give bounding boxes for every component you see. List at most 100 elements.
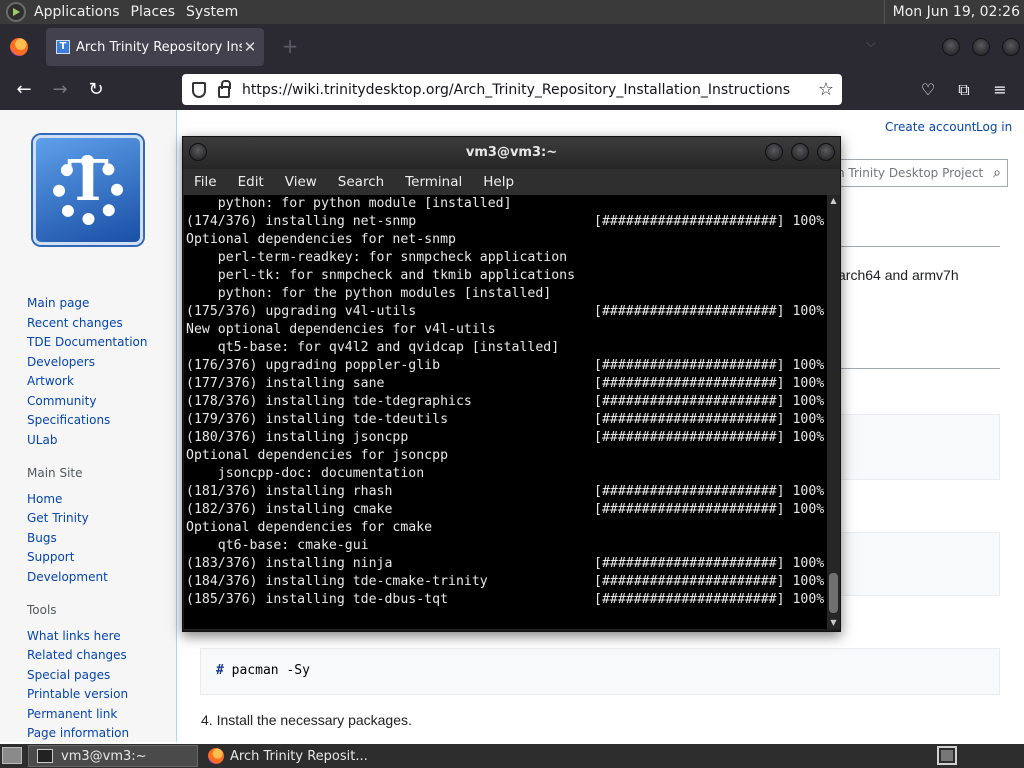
firefox-view-icon[interactable] [10, 38, 28, 56]
sidebar-link-developers[interactable]: Developers [27, 353, 173, 373]
terminal-line: qt5-base: for qv4l2 and qvidcap [install… [186, 339, 559, 357]
extensions-icon[interactable]: ⧉ [952, 78, 976, 102]
sidebar-link-page-information[interactable]: Page information [27, 724, 173, 744]
tab-close-icon[interactable]: ✕ [242, 38, 258, 56]
main-menu-logo-icon[interactable] [6, 2, 26, 22]
sidebar-link-tde-documentation[interactable]: TDE Documentation [27, 333, 173, 353]
terminal-line: New optional dependencies for v4l-utils [186, 321, 496, 339]
url-bar[interactable]: https://wiki.trinitydesktop.org/Arch_Tri… [182, 74, 842, 105]
sidebar-link-bugs[interactable]: Bugs [27, 529, 173, 549]
terminal-progress-bar: [######################] 100% [594, 556, 825, 571]
sidebar-link-recent-changes[interactable]: Recent changes [27, 314, 173, 334]
terminal-line: perl-term-readkey: for snmpcheck applica… [186, 249, 567, 267]
wiki-search-input[interactable]: h Trinity Desktop Project ⌕ [832, 159, 1008, 187]
terminal-line: Optional dependencies for cmake [186, 519, 432, 537]
terminal-menu-search[interactable]: Search [327, 174, 394, 190]
sidebar-heading-tools: Tools [27, 603, 57, 617]
terminal-line: Optional dependencies for jsoncpp [186, 447, 448, 465]
terminal-line: (185/376) installing tde-dbus-tqt [######… [186, 591, 824, 609]
menu-system[interactable]: System [184, 4, 247, 20]
bottom-taskbar: vm3@vm3:~ Arch Trinity Reposit... [0, 744, 1024, 768]
minimize-window-button[interactable] [942, 38, 960, 56]
sidebar-link-ulab[interactable]: ULab [27, 431, 173, 451]
back-arrow-icon[interactable]: ← [12, 78, 36, 102]
new-tab-button[interactable]: + [276, 32, 304, 60]
create-account-link[interactable]: Create account [885, 120, 977, 134]
sidebar-link-related-changes[interactable]: Related changes [27, 646, 173, 666]
terminal-line-text: (174/376) installing net-snmp [186, 214, 417, 229]
sidebar-link-get-trinity[interactable]: Get Trinity [27, 509, 173, 529]
url-text[interactable]: https://wiki.trinitydesktop.org/Arch_Tri… [242, 82, 818, 98]
lock-icon[interactable] [218, 79, 231, 98]
list-all-tabs-icon[interactable]: ⌵ [866, 36, 876, 51]
terminal-line-text: (177/376) installing sane [186, 376, 385, 391]
terminal-line: python: for python module [installed] [186, 195, 512, 213]
terminal-line: (180/376) installing jsoncpp [###########… [186, 429, 824, 447]
maximize-window-button[interactable] [972, 38, 990, 56]
close-button[interactable] [817, 143, 835, 161]
terminal-menu-file[interactable]: File [183, 174, 227, 190]
menu-places[interactable]: Places [129, 4, 185, 20]
minimize-button[interactable] [765, 143, 783, 161]
scrollbar-thumb[interactable] [829, 573, 838, 613]
workspace-switcher-icon[interactable] [937, 746, 957, 765]
sidebar-link-special-pages[interactable]: Special pages [27, 666, 173, 686]
terminal-menu-edit[interactable]: Edit [227, 174, 274, 190]
terminal-menu-help[interactable]: Help [472, 174, 524, 190]
terminal-line: perl-tk: for snmpcheck and tkmib applica… [186, 267, 575, 285]
sidebar-link-main-page[interactable]: Main page [27, 294, 173, 314]
reload-icon[interactable]: ↻ [84, 78, 108, 102]
terminal-line-text: python: for the python modules [installe… [186, 286, 552, 301]
clock[interactable]: Mon Jun 19, 02:26 [883, 0, 1024, 24]
terminal-scrollbar[interactable]: ▲ ▼ [827, 195, 840, 629]
sidebar-link-support[interactable]: Support [27, 548, 173, 568]
sidebar-link-what-links-here[interactable]: What links here [27, 627, 173, 647]
terminal-window[interactable]: vm3@vm3:~ File Edit View Search Terminal… [182, 136, 841, 632]
terminal-output[interactable]: python: for python module [installed] (17… [184, 195, 827, 629]
sidebar-link-home[interactable]: Home [27, 490, 173, 510]
terminal-line-text: (178/376) installing tde-tdegraphics [186, 394, 472, 409]
browser-tab-active[interactable]: T Arch Trinity Repository Insta ✕ [46, 28, 264, 66]
architecture-text: arch64 and armv7h [838, 267, 959, 283]
scroll-down-icon[interactable]: ▼ [827, 617, 840, 629]
terminal-line-text: (184/376) installing tde-cmake-trinity [186, 574, 488, 589]
search-icon[interactable]: ⌕ [993, 160, 1001, 186]
forward-arrow-icon[interactable]: → [48, 78, 72, 102]
show-desktop-icon[interactable] [2, 747, 22, 764]
sidebar-link-artwork[interactable]: Artwork [27, 372, 173, 392]
terminal-progress-bar: [######################] 100% [594, 484, 825, 499]
close-window-button[interactable] [1002, 38, 1020, 56]
terminal-titlebar[interactable]: vm3@vm3:~ [183, 137, 840, 169]
terminal-title: vm3@vm3:~ [465, 145, 558, 160]
menu-applications[interactable]: Applications [32, 4, 129, 20]
sidebar-link-printable-version[interactable]: Printable version [27, 685, 173, 705]
scroll-up-icon[interactable]: ▲ [827, 195, 840, 207]
window-menu-button[interactable] [189, 143, 207, 161]
wiki-sidebar: Main page Recent changes TDE Documentati… [27, 294, 173, 744]
app-menu-icon[interactable]: ≡ [988, 78, 1012, 102]
sidebar-link-development[interactable]: Development [27, 568, 173, 588]
sidebar-link-specifications[interactable]: Specifications [27, 411, 173, 431]
taskbar-item-terminal[interactable]: vm3@vm3:~ [28, 745, 198, 767]
sidebar-link-community[interactable]: Community [27, 392, 173, 412]
terminal-line-text: perl-tk: for snmpcheck and tkmib applica… [186, 268, 576, 283]
bookmark-star-icon[interactable]: ☆ [818, 79, 834, 100]
terminal-line-text: perl-term-readkey: for snmpcheck applica… [186, 250, 568, 265]
taskbar-item-label: vm3@vm3:~ [61, 748, 147, 764]
terminal-menu-view[interactable]: View [274, 174, 327, 190]
sidebar-heading-main-site: Main Site [27, 466, 83, 480]
taskbar-item-firefox[interactable]: Arch Trinity Reposit... [202, 745, 392, 767]
trinity-logo[interactable]: T [33, 135, 143, 245]
tracking-protection-shield-icon[interactable] [192, 81, 206, 98]
firefox-icon [208, 748, 224, 764]
terminal-line: (175/376) upgrading v4l-utils [##########… [186, 303, 824, 321]
sidebar-link-permanent-link[interactable]: Permanent link [27, 705, 173, 725]
log-in-link[interactable]: Log in [976, 120, 1012, 134]
terminal-progress-bar: [######################] 100% [594, 304, 825, 319]
terminal-line-text: (176/376) upgrading poppler-glib [186, 358, 441, 373]
maximize-button[interactable] [791, 143, 809, 161]
terminal-progress-bar: [######################] 100% [594, 502, 825, 517]
pocket-icon[interactable]: ♡ [916, 78, 940, 102]
terminal-menu-terminal[interactable]: Terminal [394, 174, 472, 190]
terminal-line-text: Optional dependencies for cmake [186, 520, 433, 535]
